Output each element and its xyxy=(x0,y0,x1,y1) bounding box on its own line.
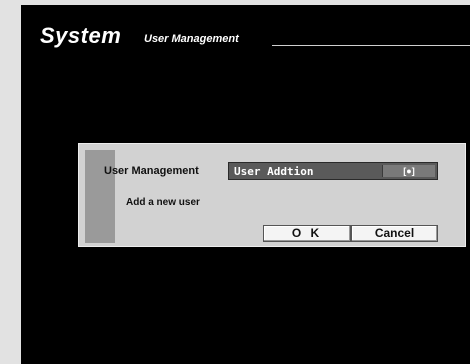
dropdown-value: User Addtion xyxy=(234,165,314,178)
action-dropdown[interactable]: User Addtion [●] xyxy=(228,162,438,180)
user-management-dialog: User Management User Addtion [●] Add a n… xyxy=(78,143,466,247)
cancel-button[interactable]: Cancel xyxy=(351,225,438,242)
dialog-title: User Management xyxy=(104,165,199,177)
dropdown-toggle-button[interactable]: [●] xyxy=(382,165,435,177)
ok-button[interactable]: O K xyxy=(263,225,351,242)
dialog-side-stripe xyxy=(85,150,115,243)
page-header: System User Management xyxy=(40,18,470,48)
screen: System User Management User Management U… xyxy=(21,5,470,364)
page-subtitle: User Management xyxy=(144,33,239,45)
page-title: System xyxy=(40,23,122,48)
dialog-description: Add a new user xyxy=(126,197,200,208)
header-divider xyxy=(272,45,470,46)
